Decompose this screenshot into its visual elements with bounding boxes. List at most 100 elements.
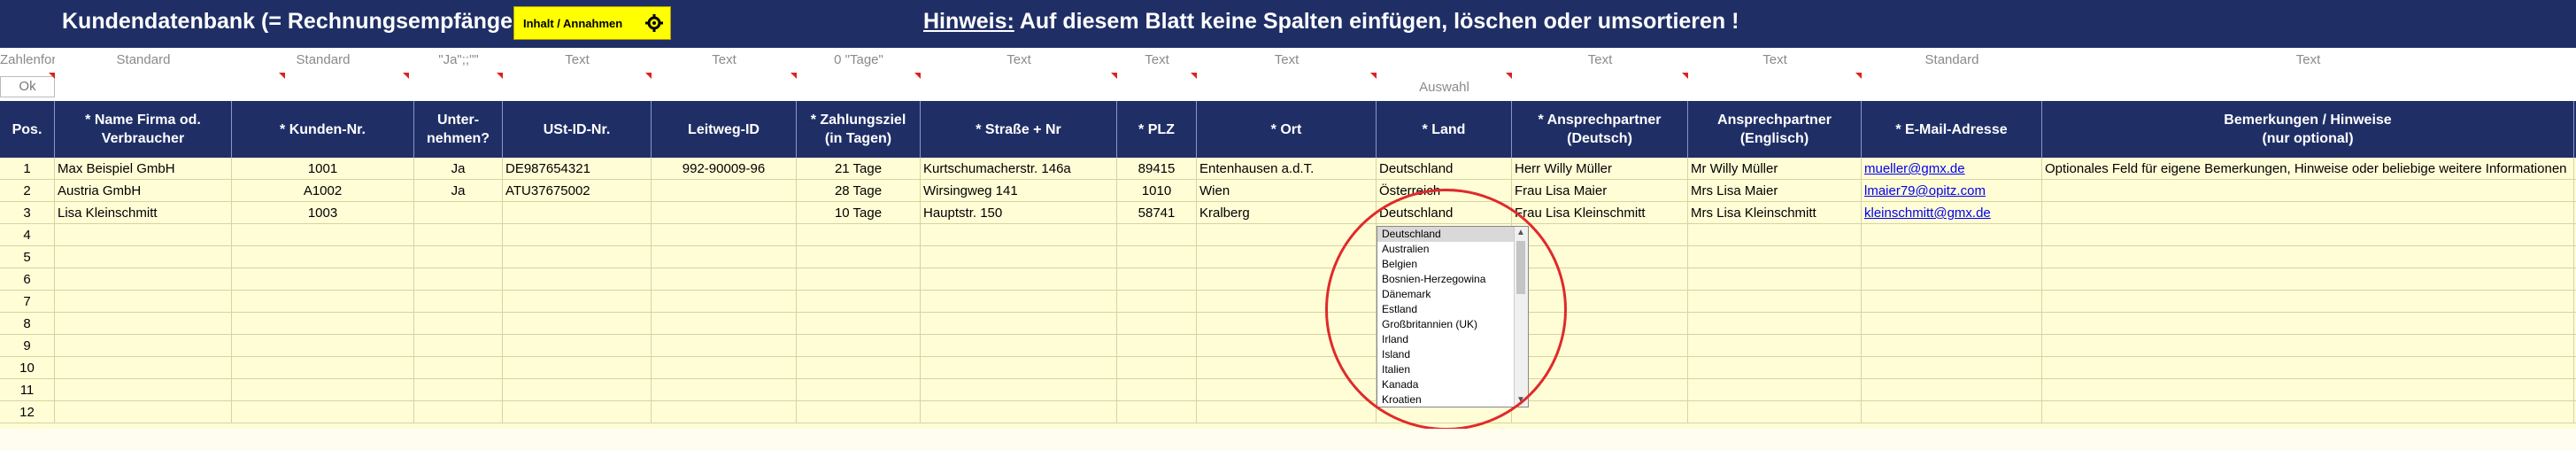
table-cell[interactable] bbox=[797, 401, 921, 423]
dropdown-option[interactable]: Kanada bbox=[1377, 377, 1516, 392]
table-cell[interactable] bbox=[1862, 313, 2042, 335]
table-cell[interactable]: 6 bbox=[0, 268, 55, 291]
table-cell[interactable] bbox=[797, 268, 921, 291]
table-cell[interactable] bbox=[55, 246, 232, 268]
table-cell[interactable]: A1002 bbox=[232, 180, 414, 202]
table-cell[interactable] bbox=[2042, 313, 2574, 335]
comment-marker[interactable] bbox=[1682, 73, 1688, 79]
comment-marker[interactable] bbox=[791, 73, 797, 79]
table-cell[interactable] bbox=[797, 335, 921, 357]
table-cell[interactable] bbox=[414, 224, 503, 246]
comment-marker[interactable] bbox=[1855, 73, 1862, 79]
comment-marker[interactable] bbox=[645, 73, 652, 79]
table-cell[interactable] bbox=[1117, 335, 1197, 357]
table-cell[interactable] bbox=[1688, 379, 1862, 401]
table-cell[interactable] bbox=[55, 335, 232, 357]
dropdown-option[interactable]: Italien bbox=[1377, 362, 1516, 377]
table-cell[interactable]: 10 bbox=[0, 357, 55, 379]
table-cell[interactable]: Deutschland bbox=[1377, 158, 1512, 180]
country-dropdown[interactable]: Deutschland Australien Belgien Bosnien-Herz… bbox=[1377, 226, 1529, 407]
table-cell[interactable] bbox=[1512, 246, 1688, 268]
table-cell[interactable]: Kralberg bbox=[1197, 202, 1377, 224]
table-cell[interactable] bbox=[1862, 401, 2042, 423]
inhalt-annahmen-button[interactable]: Inhalt / Annahmen bbox=[513, 6, 671, 40]
comment-marker[interactable] bbox=[1191, 73, 1197, 79]
table-cell[interactable] bbox=[232, 246, 414, 268]
table-cell[interactable] bbox=[414, 313, 503, 335]
table-cell[interactable] bbox=[1862, 379, 2042, 401]
table-cell[interactable] bbox=[652, 246, 797, 268]
table-cell[interactable] bbox=[2042, 224, 2574, 246]
comment-marker[interactable] bbox=[1111, 73, 1117, 79]
table-cell[interactable] bbox=[921, 335, 1117, 357]
table-cell[interactable] bbox=[1512, 291, 1688, 313]
table-cell[interactable] bbox=[1197, 268, 1377, 291]
table-cell[interactable] bbox=[503, 291, 652, 313]
table-cell[interactable] bbox=[414, 246, 503, 268]
column-header-13[interactable]: * E-Mail-Adresse bbox=[1862, 101, 2042, 158]
table-cell[interactable]: Ja bbox=[414, 158, 503, 180]
table-cell[interactable] bbox=[2042, 357, 2574, 379]
dropdown-option[interactable]: Großbritannien (UK) bbox=[1377, 317, 1516, 332]
table-cell[interactable] bbox=[797, 379, 921, 401]
table-cell[interactable] bbox=[1512, 357, 1688, 379]
table-cell[interactable] bbox=[921, 313, 1117, 335]
table-cell[interactable] bbox=[1862, 246, 2042, 268]
table-cell[interactable]: 5 bbox=[0, 246, 55, 268]
table-cell[interactable] bbox=[232, 268, 414, 291]
column-header-5[interactable]: Leitweg-ID bbox=[652, 101, 797, 158]
table-cell[interactable] bbox=[921, 224, 1117, 246]
table-cell[interactable] bbox=[414, 268, 503, 291]
table-cell[interactable] bbox=[797, 224, 921, 246]
table-cell[interactable]: 7 bbox=[0, 291, 55, 313]
table-cell[interactable] bbox=[55, 291, 232, 313]
table-cell[interactable] bbox=[414, 335, 503, 357]
table-cell[interactable]: Austria GmbH bbox=[55, 180, 232, 202]
column-header-4[interactable]: USt-ID-Nr. bbox=[503, 101, 652, 158]
table-cell[interactable] bbox=[1688, 224, 1862, 246]
table-cell[interactable] bbox=[232, 291, 414, 313]
column-header-9[interactable]: * Ort bbox=[1197, 101, 1377, 158]
table-cell[interactable] bbox=[55, 379, 232, 401]
table-cell[interactable]: Max Beispiel GmbH bbox=[55, 158, 232, 180]
table-cell[interactable] bbox=[1862, 268, 2042, 291]
scroll-down-icon[interactable]: ▼ bbox=[1516, 395, 1525, 406]
table-cell[interactable] bbox=[2042, 291, 2574, 313]
table-cell[interactable] bbox=[503, 202, 652, 224]
table-cell[interactable]: Österreich bbox=[1377, 180, 1512, 202]
table-cell[interactable] bbox=[414, 401, 503, 423]
dropdown-option[interactable]: Bosnien-Herzegowina bbox=[1377, 272, 1516, 287]
table-cell[interactable] bbox=[1197, 335, 1377, 357]
table-cell[interactable]: 89415 bbox=[1117, 158, 1197, 180]
table-cell[interactable] bbox=[2042, 379, 2574, 401]
table-cell[interactable]: ATU37675002 bbox=[503, 180, 652, 202]
table-cell[interactable] bbox=[232, 401, 414, 423]
table-cell[interactable] bbox=[1688, 357, 1862, 379]
table-cell[interactable]: Herr Willy Müller bbox=[1512, 158, 1688, 180]
table-cell[interactable] bbox=[652, 335, 797, 357]
table-cell[interactable] bbox=[1688, 246, 1862, 268]
scroll-up-icon[interactable]: ▲ bbox=[1516, 228, 1525, 238]
table-cell[interactable] bbox=[797, 291, 921, 313]
table-cell[interactable]: 12 bbox=[0, 401, 55, 423]
comment-marker[interactable] bbox=[1370, 73, 1377, 79]
table-cell[interactable] bbox=[503, 401, 652, 423]
table-cell[interactable] bbox=[1688, 313, 1862, 335]
table-cell[interactable] bbox=[652, 291, 797, 313]
table-cell[interactable] bbox=[2042, 268, 2574, 291]
table-cell[interactable]: 58741 bbox=[1117, 202, 1197, 224]
table-cell[interactable] bbox=[2042, 180, 2574, 202]
table-cell[interactable] bbox=[1197, 401, 1377, 423]
table-cell[interactable] bbox=[1117, 401, 1197, 423]
table-cell[interactable] bbox=[1512, 335, 1688, 357]
table-cell[interactable] bbox=[503, 224, 652, 246]
table-cell[interactable]: Deutschland bbox=[1377, 202, 1512, 224]
table-cell[interactable] bbox=[414, 291, 503, 313]
table-cell[interactable] bbox=[503, 313, 652, 335]
table-cell[interactable] bbox=[652, 180, 797, 202]
table-cell[interactable]: Kurtschumacherstr. 146a bbox=[921, 158, 1117, 180]
table-cell[interactable] bbox=[652, 313, 797, 335]
table-cell[interactable]: 992-90009-96 bbox=[652, 158, 797, 180]
table-cell[interactable] bbox=[232, 224, 414, 246]
table-cell[interactable]: Frau Lisa Maier bbox=[1512, 180, 1688, 202]
